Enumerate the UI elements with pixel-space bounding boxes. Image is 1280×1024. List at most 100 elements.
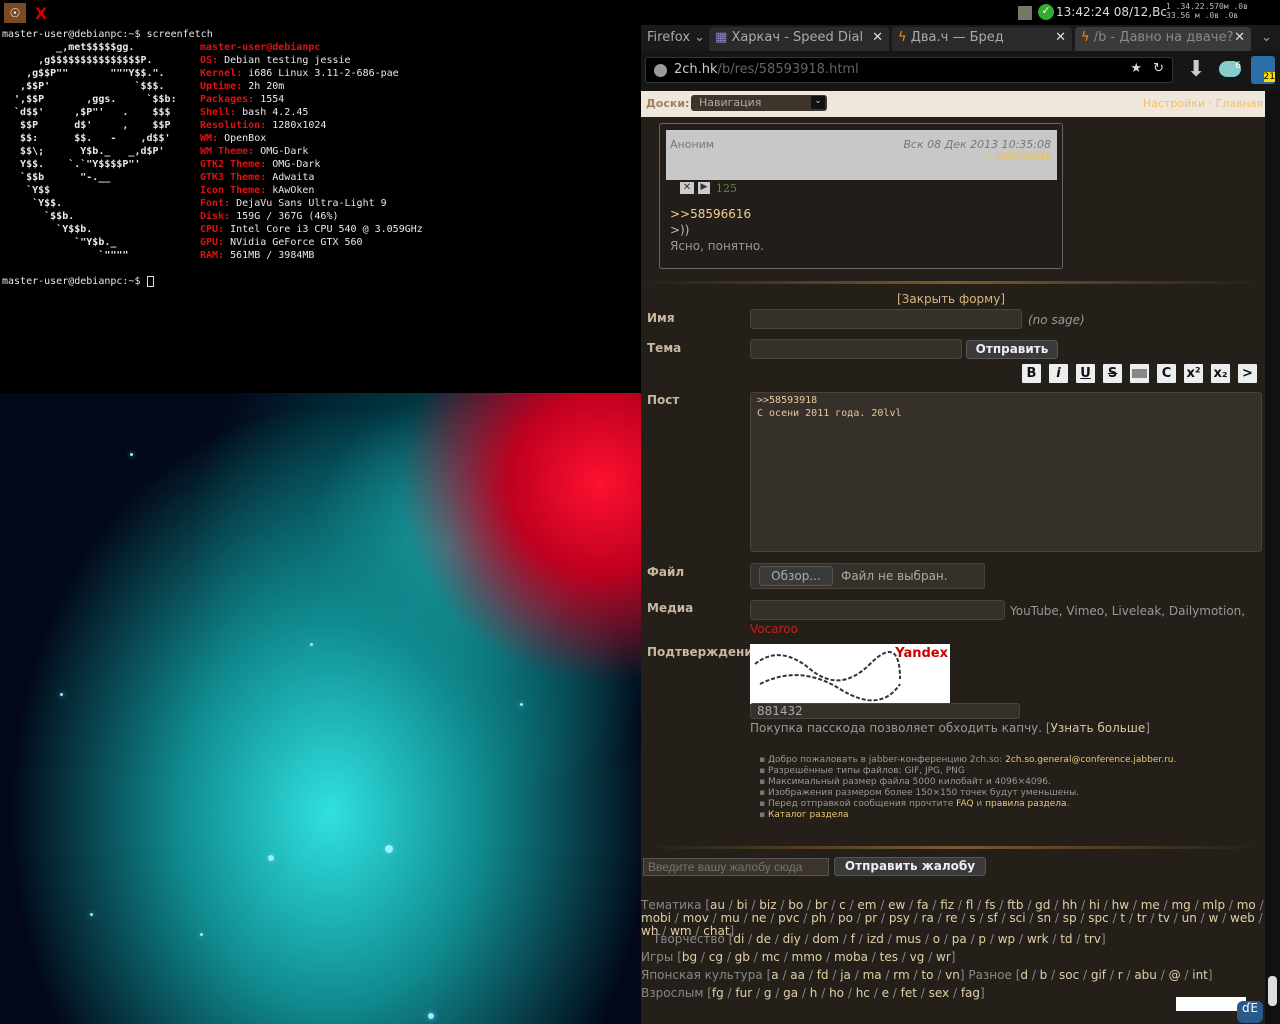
board-link-psy[interactable]: psy <box>889 911 910 925</box>
addon-icon[interactable]: ɗE <box>1237 1001 1263 1023</box>
clipboard-icon[interactable] <box>1018 6 1032 20</box>
board-link-vn[interactable]: vn <box>945 968 960 982</box>
board-link-ma[interactable]: ma <box>863 968 882 982</box>
board-link-sci[interactable]: sci <box>1009 911 1025 925</box>
rule-link[interactable]: 2ch.so.general@conference.jabber.ru <box>1005 755 1173 765</box>
board-rules-link[interactable]: правила раздела <box>985 799 1066 809</box>
board-link-c[interactable]: c <box>839 898 846 912</box>
board-link-fs[interactable]: fs <box>985 898 995 912</box>
board-link-bi[interactable]: bi <box>737 898 748 912</box>
browse-button[interactable]: Обзор... <box>759 566 833 586</box>
board-link-@[interactable]: @ <box>1169 968 1181 982</box>
reply-link[interactable]: >>58596616 <box>670 206 764 222</box>
board-link-mg[interactable]: mg <box>1171 898 1190 912</box>
board-link-gif[interactable]: gif <box>1091 968 1106 982</box>
board-link-re[interactable]: re <box>946 911 958 925</box>
home-link[interactable]: Главная <box>1216 97 1264 110</box>
media-input[interactable] <box>750 600 1005 620</box>
board-link-diy[interactable]: diy <box>783 932 801 946</box>
board-link-web[interactable]: web <box>1230 911 1255 925</box>
board-link-ftb[interactable]: ftb <box>1007 898 1023 912</box>
board-link-pvc[interactable]: pvc <box>778 911 799 925</box>
reload-icon[interactable]: ↻ <box>1153 61 1164 76</box>
captcha-image[interactable]: Yandex <box>750 644 950 704</box>
complaint-input[interactable] <box>643 858 829 876</box>
board-link-po[interactable]: po <box>838 911 853 925</box>
board-link-fd[interactable]: fd <box>817 968 829 982</box>
board-link-bo[interactable]: bo <box>788 898 803 912</box>
settings-link[interactable]: Настройки · Главная <box>1143 97 1263 110</box>
firefox-menu-button[interactable]: Firefox ⌄ <box>647 30 705 45</box>
board-link-rm[interactable]: rm <box>893 968 909 982</box>
board-link-sn[interactable]: sn <box>1037 911 1051 925</box>
board-link-td[interactable]: td <box>1060 932 1072 946</box>
close-tab-icon[interactable]: ✕ <box>1234 30 1245 45</box>
board-link-mmo[interactable]: mmo <box>792 950 823 964</box>
tab-speed-dial[interactable]: ▦ Харкач - Speed Dial ✕ <box>709 27 889 51</box>
board-link-f[interactable]: f <box>851 932 855 946</box>
url-bar[interactable]: 2ch.hk/b/res/58593918.html ★ ↻ <box>645 57 1173 83</box>
close-tab-icon[interactable]: ✕ <box>1055 30 1066 45</box>
board-link-mus[interactable]: mus <box>896 932 922 946</box>
board-link-hc[interactable]: hc <box>856 986 870 1000</box>
subject-input[interactable] <box>750 339 962 359</box>
complaint-send-button[interactable]: Отправить жалобу <box>834 857 986 876</box>
format-strike-button[interactable]: S <box>1102 363 1123 384</box>
rule-link[interactable]: Каталог раздела <box>768 810 849 820</box>
board-link-vg[interactable]: vg <box>910 950 925 964</box>
board-link-de[interactable]: de <box>756 932 771 946</box>
board-link-tes[interactable]: tes <box>880 950 898 964</box>
board-link-ne[interactable]: ne <box>751 911 766 925</box>
format-sub-button[interactable]: x₂ <box>1210 363 1231 384</box>
rule-link[interactable]: FAQ <box>956 799 973 809</box>
tab-active[interactable]: ϟ /b - Давно на дваче? ✕ <box>1075 27 1251 51</box>
format-spoiler-button[interactable] <box>1129 363 1150 384</box>
board-link-un[interactable]: un <box>1182 911 1197 925</box>
board-link-mc[interactable]: mc <box>762 950 780 964</box>
board-link-me[interactable]: me <box>1141 898 1160 912</box>
board-link-aa[interactable]: aa <box>790 968 805 982</box>
board-link-trv[interactable]: trv <box>1084 932 1101 946</box>
board-link-mo[interactable]: mo <box>1237 898 1256 912</box>
vocaroo-link[interactable]: Vocaroo <box>750 622 798 636</box>
board-link-s[interactable]: s <box>969 911 975 925</box>
format-underline-button[interactable]: U <box>1075 363 1096 384</box>
captcha-input[interactable]: 881432 <box>750 703 1020 719</box>
board-link-pr[interactable]: pr <box>865 911 878 925</box>
board-link-r[interactable]: r <box>1118 968 1123 982</box>
board-link-a[interactable]: a <box>771 968 778 982</box>
board-link-t[interactable]: t <box>1120 911 1125 925</box>
weather-icon[interactable]: 6 <box>1219 61 1241 77</box>
board-link-fag[interactable]: fag <box>961 986 980 1000</box>
close-form-link[interactable]: [Закрыть форму] <box>897 292 1005 306</box>
board-link-to[interactable]: to <box>921 968 933 982</box>
board-link-fiz[interactable]: fiz <box>940 898 954 912</box>
board-link-au[interactable]: au <box>710 898 725 912</box>
board-link-wr[interactable]: wr <box>936 950 951 964</box>
scrollbar[interactable] <box>1265 91 1280 1024</box>
download-icon[interactable]: ⬇ <box>1187 57 1205 82</box>
board-link-fg[interactable]: fg <box>712 986 724 1000</box>
board-link-int[interactable]: int <box>1192 968 1208 982</box>
board-link-ph[interactable]: ph <box>811 911 826 925</box>
board-link-spc[interactable]: spc <box>1088 911 1108 925</box>
tab-bred[interactable]: ϟ Два.ч — Бред ✕ <box>892 27 1072 51</box>
close-tab-icon[interactable]: ✕ <box>872 30 883 45</box>
scrollbar-thumb[interactable] <box>1268 976 1277 1006</box>
bookmark-star-icon[interactable]: ★ <box>1130 61 1142 76</box>
board-link-ja[interactable]: ja <box>840 968 851 982</box>
board-link-mov[interactable]: mov <box>683 911 709 925</box>
file-input[interactable]: Обзор... Файл не выбран. <box>750 563 985 589</box>
board-link-abu[interactable]: abu <box>1134 968 1157 982</box>
board-link-di[interactable]: di <box>733 932 744 946</box>
board-link-gb[interactable]: gb <box>735 950 750 964</box>
board-link-sp[interactable]: sp <box>1063 911 1077 925</box>
board-link-gd[interactable]: gd <box>1035 898 1050 912</box>
format-sup-button[interactable]: x² <box>1183 363 1204 384</box>
board-link-p[interactable]: p <box>978 932 986 946</box>
board-link-hh[interactable]: hh <box>1062 898 1077 912</box>
post-number-link[interactable]: — №58596616 <box>984 152 1051 162</box>
board-link-wrk[interactable]: wrk <box>1027 932 1049 946</box>
board-link-bg[interactable]: bg <box>682 950 697 964</box>
board-link-ra[interactable]: ra <box>922 911 934 925</box>
